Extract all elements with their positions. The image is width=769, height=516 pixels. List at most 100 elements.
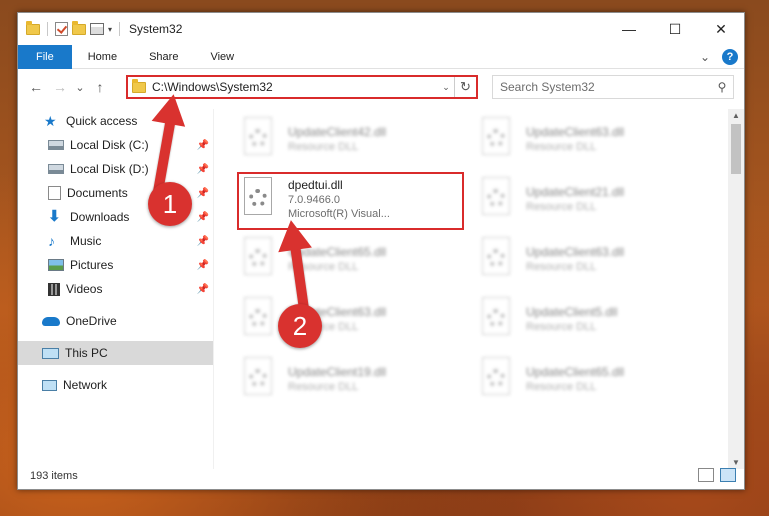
item-count: 193 items: [30, 470, 78, 482]
search-input[interactable]: Search System32 ⚲: [492, 75, 734, 99]
view-toggles: [698, 468, 736, 482]
file-type: Resource DLL: [526, 201, 597, 213]
file-item[interactable]: UpdateClient5.dll Resource DLL: [478, 293, 708, 345]
search-icon[interactable]: ⚲: [711, 80, 733, 94]
search-placeholder[interactable]: Search System32: [500, 80, 711, 94]
computer-icon: [42, 347, 59, 359]
sidebar-item-label: Network: [63, 378, 108, 392]
file-item[interactable]: UpdateClient19.dll Resource DLL: [240, 353, 470, 405]
pane-divider[interactable]: [213, 109, 214, 469]
sidebar-item-local-disk-d[interactable]: Local Disk (D:) 📌: [18, 157, 213, 181]
toolbar-divider: [119, 22, 121, 36]
details-view-icon[interactable]: [698, 468, 714, 482]
sidebar-item-this-pc[interactable]: This PC: [18, 341, 213, 365]
address-dropdown-icon[interactable]: ⌄: [438, 82, 454, 93]
new-folder-icon[interactable]: [72, 20, 86, 35]
sidebar-item-onedrive[interactable]: OneDrive: [18, 309, 213, 333]
scrollbar-thumb[interactable]: [731, 124, 741, 174]
sidebar-item-label: Local Disk (C:): [70, 138, 149, 152]
sidebar-item-label: This PC: [65, 346, 108, 360]
highlight-box-dll: [237, 172, 464, 230]
file-item[interactable]: UpdateClient42.dll Resource DLL: [240, 113, 470, 165]
pin-icon[interactable]: 📌: [197, 212, 209, 223]
file-item[interactable]: UpdateClient65.dll Resource DLL: [478, 353, 708, 405]
forward-arrow-icon[interactable]: →: [48, 79, 72, 95]
file-name: UpdateClient19.dll: [288, 365, 387, 379]
sidebar-item-music[interactable]: ♪ Music 📌: [18, 229, 213, 253]
back-arrow-icon[interactable]: ←: [24, 79, 48, 95]
dll-file-icon: [478, 117, 514, 161]
checkmark-properties-icon[interactable]: [55, 22, 68, 36]
ribbon-right: ⌄ ?: [700, 49, 738, 65]
tab-file[interactable]: File: [18, 44, 72, 69]
file-name: UpdateClient5.dll: [526, 305, 618, 319]
status-bar: 193 items: [18, 463, 744, 489]
pin-icon[interactable]: 📌: [197, 236, 209, 247]
navigation-pane: ★ Quick access Local Disk (C:) 📌 Local D…: [18, 109, 213, 469]
download-icon: ⬇: [48, 208, 61, 225]
toolbar-divider: [47, 22, 48, 36]
up-arrow-icon[interactable]: ↑: [88, 79, 112, 95]
minimize-button[interactable]: —: [606, 13, 652, 45]
file-name: UpdateClient63.dll: [526, 125, 625, 139]
properties-icon[interactable]: [90, 23, 104, 35]
sidebar-item-local-disk-c[interactable]: Local Disk (C:) 📌: [18, 133, 213, 157]
file-type: Resource DLL: [526, 261, 597, 273]
tab-share[interactable]: Share: [133, 45, 194, 69]
vertical-scrollbar[interactable]: ▲ ▼: [728, 109, 744, 469]
drive-icon: [48, 164, 64, 174]
sidebar-item-label: Videos: [66, 282, 103, 296]
refresh-icon[interactable]: ↻: [454, 77, 476, 97]
pin-icon[interactable]: 📌: [197, 188, 209, 199]
dll-file-icon: [478, 177, 514, 221]
close-button[interactable]: ✕: [698, 13, 744, 45]
file-type: Resource DLL: [526, 141, 597, 153]
sidebar-item-pictures[interactable]: Pictures 📌: [18, 253, 213, 277]
file-name: UpdateClient42.dll: [288, 125, 387, 139]
drive-icon: [48, 140, 64, 150]
sidebar-item-network[interactable]: Network: [18, 373, 213, 397]
pin-icon[interactable]: 📌: [197, 140, 209, 151]
pin-icon[interactable]: 📌: [197, 284, 209, 295]
recent-locations-icon[interactable]: ⌄: [72, 81, 88, 94]
file-item[interactable]: UpdateClient63.dll Resource DLL: [478, 113, 708, 165]
expand-ribbon-icon[interactable]: ⌄: [700, 50, 710, 64]
sidebar-item-videos[interactable]: Videos 📌: [18, 277, 213, 301]
customize-toolbar-dropdown-icon[interactable]: ▾: [108, 25, 112, 34]
file-type: Resource DLL: [526, 381, 597, 393]
dll-file-icon: [240, 297, 276, 341]
file-item[interactable]: UpdateClient65.dll Resource DLL: [240, 233, 470, 285]
file-item[interactable]: UpdateClient21.dll Resource DLL: [478, 173, 708, 225]
pin-icon[interactable]: 📌: [197, 260, 209, 271]
folder-icon: [26, 20, 40, 35]
large-icons-view-icon[interactable]: [720, 468, 736, 482]
cloud-icon: [42, 316, 60, 326]
file-item[interactable]: UpdateClient63.dll Resource DLL: [478, 233, 708, 285]
dll-file-icon: [240, 237, 276, 281]
dll-file-icon: [478, 297, 514, 341]
annotation-arrowhead-1: [151, 91, 191, 127]
window-controls: — ☐ ✕: [606, 13, 744, 45]
annotation-arrowhead-2: [274, 217, 312, 253]
dll-file-icon: [478, 357, 514, 401]
music-icon: ♪: [48, 233, 55, 249]
sidebar-item-label: Documents: [67, 186, 128, 200]
maximize-button[interactable]: ☐: [652, 13, 698, 45]
dll-file-icon: [240, 117, 276, 161]
sidebar-item-label: OneDrive: [66, 314, 117, 328]
pin-icon[interactable]: 📌: [197, 164, 209, 175]
file-name: UpdateClient21.dll: [526, 185, 625, 199]
address-path[interactable]: C:\Windows\System32: [152, 80, 438, 94]
file-item[interactable]: UpdateClient63.dll Resource DLL: [240, 293, 470, 345]
scroll-up-icon[interactable]: ▲: [728, 111, 744, 120]
tab-view[interactable]: View: [194, 45, 250, 69]
file-name: UpdateClient65.dll: [526, 365, 625, 379]
sidebar-item-label: Downloads: [70, 210, 130, 224]
step-badge-2: 2: [278, 304, 322, 348]
help-icon[interactable]: ?: [722, 49, 738, 65]
tab-home[interactable]: Home: [72, 45, 133, 69]
videos-icon: [48, 282, 60, 296]
documents-icon: [48, 186, 61, 200]
sidebar-item-label: Local Disk (D:): [70, 162, 149, 176]
quick-access-toolbar: ▾: [26, 20, 123, 36]
